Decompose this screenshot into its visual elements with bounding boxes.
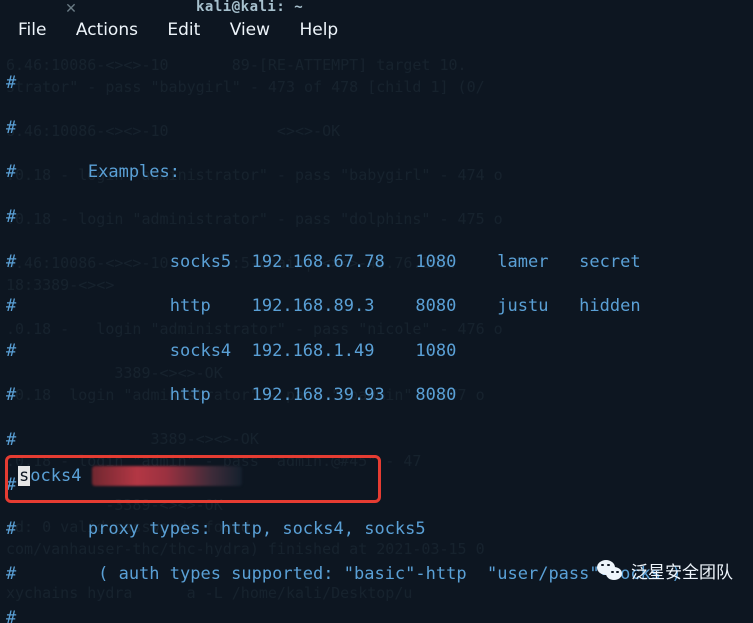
menubar: File Actions Edit View Help [0, 18, 753, 52]
menu-actions[interactable]: Actions [76, 20, 138, 40]
editor-line: # [6, 207, 16, 227]
proxy-type: ocks4 [30, 466, 81, 486]
menu-help[interactable]: Help [299, 20, 338, 40]
editor-line: # [6, 475, 16, 495]
editor-line: # socks4 192.168.1.49 1080 [6, 341, 456, 361]
editor-line: # [6, 430, 16, 450]
editor-line: # http 192.168.89.3 8080 justu hidden [6, 296, 641, 316]
editor-line: # Examples: [6, 162, 180, 182]
editor-line: # [6, 608, 16, 623]
window-title: kali@kali: ~ [196, 0, 303, 15]
cursor: s [18, 466, 30, 486]
wechat-icon [597, 560, 623, 582]
redacted-host-smudge [92, 466, 242, 486]
editor-line: # http 192.168.39.93 8080 [6, 385, 456, 405]
editor-line: # proxy types: http, socks4, socks5 [6, 519, 426, 539]
titlebar: ✕ kali@kali: ~ [0, 0, 753, 18]
menu-file[interactable]: File [18, 20, 46, 40]
editor-line: # [6, 118, 16, 138]
editor-line: # ( auth types supported: "basic"-http "… [6, 564, 682, 584]
watermark-text: 泛星安全团队 [631, 558, 733, 583]
close-icon[interactable]: ✕ [64, 2, 78, 16]
watermark: 泛星安全团队 [597, 558, 733, 583]
menu-edit[interactable]: Edit [167, 20, 200, 40]
editor-line: # socks5 192.168.67.78 1080 lamer secret [6, 252, 641, 272]
editor-content[interactable]: # # # Examples: # # socks5 192.168.67.78… [6, 50, 753, 623]
menu-view[interactable]: View [230, 20, 270, 40]
editor-line: # [6, 73, 16, 93]
